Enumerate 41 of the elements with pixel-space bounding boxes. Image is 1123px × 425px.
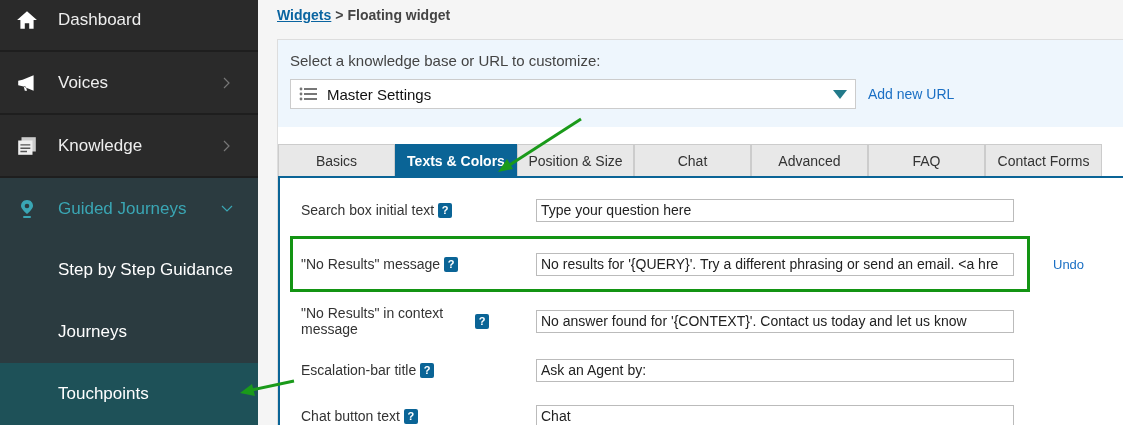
nav-subitem[interactable]: Touchpoints — [0, 363, 258, 425]
field-label: Escalation-bar title — [301, 362, 417, 378]
tab[interactable]: Advanced — [751, 144, 868, 176]
text-input-field[interactable]: Chat — [536, 404, 1014, 425]
undo-link[interactable]: Undo — [1053, 256, 1085, 272]
selector-label: Select a knowledge base or URL to customize: — [290, 52, 602, 69]
help-icon[interactable]: ? — [403, 408, 418, 424]
text-input-field[interactable]: Ask an Agent by: — [536, 358, 1014, 382]
help-icon[interactable]: ? — [475, 313, 489, 329]
field-label: Search box initial text — [301, 202, 435, 218]
help-icon[interactable]: ? — [420, 362, 435, 378]
tab[interactable]: Texts & Colors — [395, 144, 517, 176]
help-icon[interactable]: ? — [444, 256, 459, 272]
field-label: Chat button text — [301, 408, 400, 424]
field-label: "No Results" message — [301, 256, 441, 272]
nav-item[interactable]: Dashboard — [0, 0, 258, 52]
nav-item[interactable]: Knowledge — [0, 115, 258, 178]
text-input-field[interactable]: No answer found for '{CONTEXT}'. Contact us today and let us know — [536, 309, 1014, 333]
tab[interactable]: FAQ — [868, 144, 985, 176]
tab[interactable]: Contact Forms — [985, 144, 1102, 176]
nav-item[interactable]: Guided Journeys — [0, 178, 258, 239]
tab[interactable]: Position & Size — [517, 144, 634, 176]
tab[interactable]: Basics — [278, 144, 395, 176]
breadcrumb-separator: > — [335, 7, 344, 23]
add-url-link[interactable]: Add new URL — [868, 86, 955, 102]
text-input-field[interactable]: Type your question here — [536, 198, 1014, 222]
nav-item[interactable]: Voices — [0, 52, 258, 115]
home-icon — [16, 10, 38, 30]
nav-subitem[interactable]: Journeys — [0, 301, 258, 363]
document-icon — [16, 135, 38, 156]
knowledge-base-dropdown[interactable]: Master Settings — [290, 79, 856, 109]
dropdown-triangle-icon — [833, 89, 847, 99]
pointer-arrow — [240, 379, 295, 396]
breadcrumb-current: Floating widget — [347, 7, 451, 23]
tab[interactable]: Chat — [634, 144, 751, 176]
list-icon — [299, 87, 317, 101]
help-icon[interactable]: ? — [438, 202, 453, 218]
field-label: "No Results" in context message — [301, 305, 445, 337]
nav-subitem[interactable]: Step by Step Guidance — [0, 239, 258, 301]
breadcrumb-link[interactable]: Widgets — [277, 7, 332, 23]
text-input-field[interactable]: No results for '{QUERY}'. Try a different phrasing or send an email. <a hre — [536, 252, 1014, 276]
